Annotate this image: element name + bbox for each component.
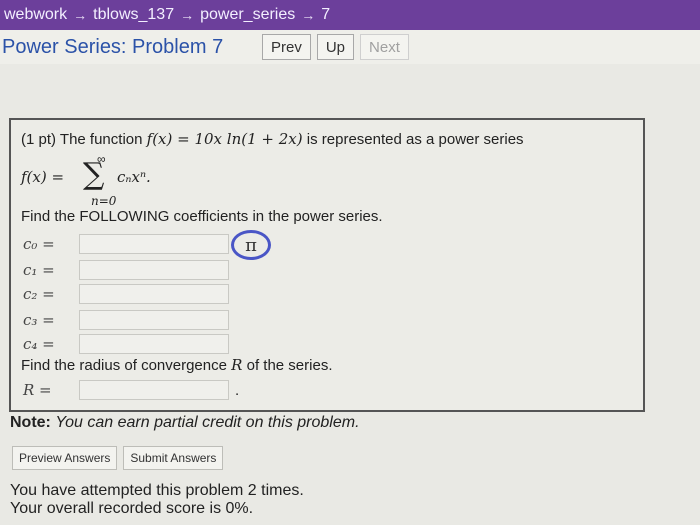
series-term: cₙxⁿ. xyxy=(117,168,151,186)
coef-row-c1: c₁ = xyxy=(23,260,229,280)
radius-symbol: R xyxy=(231,356,243,374)
radius-prompt: Find the radius of convergence R of the … xyxy=(21,356,333,374)
problem-intro-tail: is represented as a power series xyxy=(306,131,524,148)
series-lhs: f(x) = xyxy=(21,168,65,186)
title-bar: Power Series: Problem 7 Prev Up Next xyxy=(0,30,700,64)
coef-row-c4: c₄ = xyxy=(23,334,229,354)
breadcrumb-course[interactable]: tblows_137 xyxy=(93,6,174,24)
radius-row: R = . xyxy=(23,380,239,400)
problem-intro: (1 pt) The function xyxy=(21,131,143,148)
sum-sign: ∑ xyxy=(83,157,105,192)
c2-input[interactable] xyxy=(79,284,229,304)
breadcrumb-arrow-icon: → xyxy=(301,7,316,23)
up-button[interactable]: Up xyxy=(316,34,355,60)
c0-input[interactable] xyxy=(79,234,229,254)
score-status: Your overall recorded score is 0%. xyxy=(10,500,254,517)
coefficient-prompt: Find the FOLLOWING coefficients in the p… xyxy=(21,208,383,225)
breadcrumb-webwork[interactable]: webwork xyxy=(4,6,67,24)
coef-row-c3: c₃ = xyxy=(23,310,229,330)
function-expression: f(x) = 10x ln(1 + 2x) xyxy=(146,130,303,148)
breadcrumb: webwork → tblows_137 → power_series → 7 xyxy=(0,0,700,30)
problem-nav: Prev Up Next xyxy=(262,34,409,60)
radius-prompt-tail: of the series. xyxy=(246,357,333,374)
breadcrumb-set[interactable]: power_series xyxy=(200,6,295,24)
note-text: You can earn partial credit on this prob… xyxy=(55,414,360,431)
page-title: Power Series: Problem 7 xyxy=(2,35,224,58)
coef-label: c₃ = xyxy=(23,311,55,329)
breadcrumb-problem: 7 xyxy=(321,6,331,23)
c3-input[interactable] xyxy=(79,310,229,330)
coef-label: c₀ = xyxy=(23,235,55,253)
submit-answers-button[interactable]: Submit Answers xyxy=(123,446,224,470)
coef-label: c₂ = xyxy=(23,285,55,303)
series-formula: f(x) = ∞ ∑ cₙxⁿ. n=0 xyxy=(21,152,241,208)
next-button[interactable]: Next xyxy=(360,34,409,60)
c4-input[interactable] xyxy=(79,334,229,354)
preview-answers-button[interactable]: Preview Answers xyxy=(12,446,118,470)
problem-box: (1 pt) The function f(x) = 10x ln(1 + 2x… xyxy=(9,118,645,412)
coef-row-c2: c₂ = xyxy=(23,284,229,304)
series-lower-limit: n=0 xyxy=(91,194,117,208)
pi-annotation-icon: π xyxy=(231,230,271,260)
coef-label: c₁ = xyxy=(23,261,55,279)
c1-input[interactable] xyxy=(79,260,229,280)
partial-credit-note: Note: You can earn partial credit on thi… xyxy=(10,414,360,432)
radius-period: . xyxy=(235,381,240,399)
radius-prompt-text: Find the radius of convergence xyxy=(21,357,227,374)
radius-label: R = xyxy=(23,381,52,399)
breadcrumb-arrow-icon: → xyxy=(180,7,195,23)
coef-label: c₄ = xyxy=(23,335,55,353)
note-label: Note: xyxy=(10,414,51,431)
coef-row-c0: c₀ = xyxy=(23,234,229,254)
problem-statement: (1 pt) The function f(x) = 10x ln(1 + 2x… xyxy=(21,130,524,148)
prev-button[interactable]: Prev xyxy=(262,34,311,60)
breadcrumb-arrow-icon: → xyxy=(73,7,88,23)
answer-actions: Preview Answers Submit Answers xyxy=(12,446,224,470)
attempts-status: You have attempted this problem 2 times. xyxy=(10,482,304,499)
radius-input[interactable] xyxy=(79,380,229,400)
